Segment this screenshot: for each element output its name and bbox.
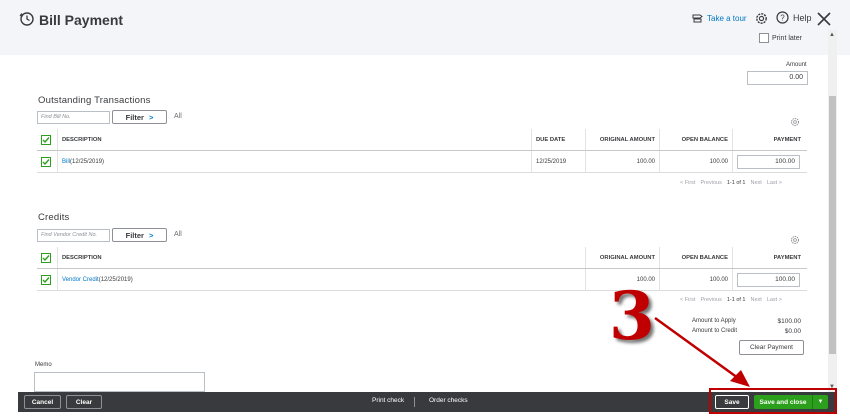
vertical-scrollbar[interactable]: ▲ ▼: [828, 30, 837, 392]
chevron-right-icon: >: [148, 112, 154, 122]
history-icon[interactable]: [19, 11, 35, 27]
footer-divider: [414, 397, 415, 407]
outstanding-title: Outstanding Transactions: [38, 95, 151, 106]
pager-range: 1-1 of 1: [726, 180, 746, 186]
outstanding-pager: < First Previous 1-1 of 1 Next Last >: [680, 180, 782, 186]
clear-button[interactable]: Clear: [66, 395, 102, 409]
row-description: Bill (12/25/2019): [62, 151, 104, 172]
print-later-label: Print later: [772, 34, 802, 42]
print-later-box[interactable]: [759, 33, 769, 43]
col-description: DESCRIPTION: [62, 136, 102, 143]
memo-field[interactable]: [34, 372, 205, 392]
col-open-balance: OPEN BALANCE: [681, 136, 728, 143]
row-checkbox[interactable]: [41, 156, 51, 167]
annotation-arrow: [654, 316, 750, 387]
table-row: Vendor Credit (12/25/2019) 100.00 100.00…: [37, 269, 807, 291]
svg-text:?: ?: [780, 14, 785, 23]
amount-to-credit-value: $0.00: [784, 327, 801, 335]
amount-to-apply-value: $100.00: [777, 317, 802, 325]
order-checks-link[interactable]: Order checks: [429, 397, 468, 404]
totals-panel: Amount to Apply $100.00 Amount to Credit…: [680, 316, 801, 336]
page-header: Bill Payment Take a tour ? Help Print la…: [0, 0, 850, 55]
pager-last[interactable]: Last >: [767, 180, 782, 186]
pager-previous[interactable]: Previous: [700, 297, 721, 303]
filter-button[interactable]: Filter >: [112, 110, 167, 124]
col-original-amount: ORIGINAL AMOUNT: [599, 254, 655, 261]
print-later-checkbox[interactable]: Print later: [759, 33, 802, 43]
row-description: Vendor Credit (12/25/2019): [62, 269, 133, 290]
select-all-checkbox[interactable]: [41, 134, 51, 145]
print-check-link[interactable]: Print check: [372, 397, 404, 404]
vendor-credit-link[interactable]: Vendor Credit: [62, 277, 99, 283]
row-original-amount: 100.00: [636, 158, 655, 165]
clear-payment-button[interactable]: Clear Payment: [739, 340, 804, 355]
amount-to-credit-label: Amount to Credit: [692, 328, 738, 334]
row-due-date: 12/25/2019: [536, 158, 567, 165]
row-open-balance: 100.00: [709, 158, 728, 165]
amount-field[interactable]: 0.00: [747, 71, 808, 85]
pager-next[interactable]: Next: [751, 180, 762, 186]
table-header: DESCRIPTION ORIGINAL AMOUNT OPEN BALANCE…: [37, 247, 807, 269]
vendor-credit-date: (12/25/2019): [98, 276, 133, 283]
amount-label: Amount: [786, 62, 807, 68]
page-title: Bill Payment: [39, 12, 124, 28]
pager-first[interactable]: < First: [680, 297, 695, 303]
payment-input[interactable]: 100.00: [737, 155, 800, 169]
close-icon[interactable]: [816, 11, 832, 27]
col-due-date: DUE DATE: [536, 136, 566, 143]
credits-filter-button[interactable]: Filter >: [112, 228, 167, 242]
table-header: DESCRIPTION DUE DATE ORIGINAL AMOUNT OPE…: [37, 129, 807, 151]
pager-range: 1-1 of 1: [726, 297, 746, 303]
select-all-credits-checkbox[interactable]: [41, 252, 51, 263]
help-button[interactable]: ? Help: [776, 11, 812, 24]
col-payment: PAYMENT: [773, 254, 801, 261]
pager-next[interactable]: Next: [751, 297, 762, 303]
credits-pager: < First Previous 1-1 of 1 Next Last >: [680, 297, 782, 303]
credit-payment-input[interactable]: 100.00: [737, 273, 800, 287]
amount-to-apply-label: Amount to Apply: [692, 318, 736, 324]
credits-filter-label: Filter: [125, 230, 144, 240]
cancel-button[interactable]: Cancel: [24, 395, 61, 409]
credits-settings-icon[interactable]: [790, 235, 800, 245]
pager-previous[interactable]: Previous: [700, 180, 721, 186]
step-number-annotation: 3: [609, 277, 655, 355]
col-open-balance: OPEN BALANCE: [681, 254, 728, 261]
memo-label: Memo: [35, 362, 52, 368]
col-description: DESCRIPTION: [62, 254, 102, 261]
take-tour-link[interactable]: Take a tour: [692, 13, 747, 23]
chevron-right-icon: >: [148, 230, 154, 240]
find-vendor-credit-input[interactable]: Find Vendor Credit No.: [37, 229, 110, 242]
find-bill-input[interactable]: Find Bill No.: [37, 111, 110, 124]
credits-all-filter-label: All: [174, 231, 182, 238]
take-tour-label: Take a tour: [707, 13, 747, 23]
tour-icon: [692, 14, 703, 23]
help-icon: ?: [776, 11, 789, 24]
gear-icon[interactable]: [754, 11, 769, 26]
bill-link[interactable]: Bill: [62, 159, 70, 165]
highlight-box: [709, 388, 837, 414]
pager-first[interactable]: < First: [680, 180, 695, 186]
scroll-thumb[interactable]: [829, 96, 836, 354]
col-original-amount: ORIGINAL AMOUNT: [599, 136, 655, 143]
col-payment: PAYMENT: [773, 136, 801, 143]
row-open-balance: 100.00: [709, 276, 728, 283]
table-settings-icon[interactable]: [790, 117, 800, 127]
help-label: Help: [793, 12, 812, 23]
pager-last[interactable]: Last >: [767, 297, 782, 303]
credits-title: Credits: [38, 212, 70, 223]
row-checkbox[interactable]: [41, 274, 51, 285]
filter-label: Filter: [125, 112, 144, 122]
scroll-up-icon[interactable]: ▲: [829, 32, 835, 38]
bill-date: (12/25/2019): [70, 158, 105, 165]
table-row: Bill (12/25/2019) 12/25/2019 100.00 100.…: [37, 151, 807, 173]
all-filter-label: All: [174, 113, 182, 120]
